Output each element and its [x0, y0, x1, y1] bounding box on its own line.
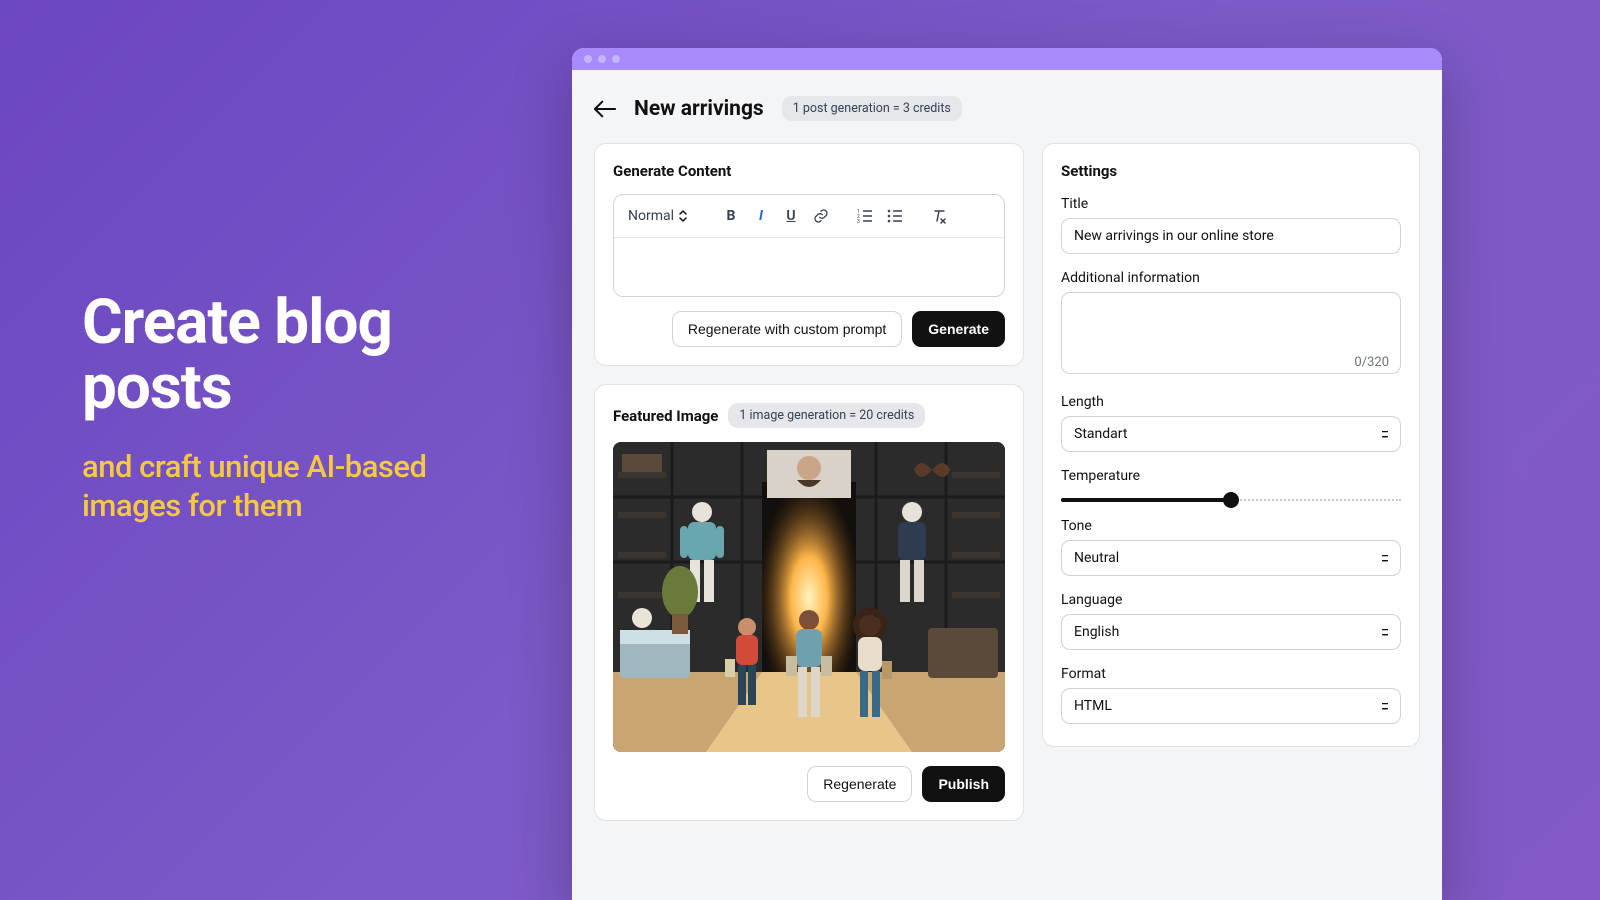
- char-counter: 0/320: [1354, 355, 1389, 370]
- paragraph-style-select[interactable]: Normal: [624, 206, 692, 226]
- bold-icon[interactable]: B: [718, 203, 744, 229]
- traffic-light-dot: [598, 55, 606, 63]
- generate-content-card: Generate Content Normal B I U: [594, 143, 1024, 366]
- generate-button[interactable]: Generate: [912, 311, 1005, 347]
- editor-textarea[interactable]: [614, 238, 1004, 296]
- language-label: Language: [1061, 592, 1401, 608]
- title-label: Title: [1061, 196, 1401, 212]
- settings-title: Settings: [1061, 162, 1401, 180]
- bullet-list-icon[interactable]: [882, 203, 908, 229]
- language-select[interactable]: English: [1061, 614, 1401, 650]
- style-label: Normal: [628, 208, 674, 224]
- window-titlebar: [572, 48, 1442, 70]
- hero-subtitle: and craft unique AI-based images for the…: [82, 448, 522, 526]
- link-icon[interactable]: [808, 203, 834, 229]
- featured-image: [613, 442, 1005, 752]
- page-header: New arrivings 1 post generation = 3 cred…: [594, 96, 1420, 121]
- additional-info-textarea[interactable]: [1061, 292, 1401, 374]
- clear-format-icon[interactable]: [926, 203, 952, 229]
- temperature-slider[interactable]: [1061, 498, 1401, 502]
- title-input[interactable]: [1061, 218, 1401, 254]
- tone-select[interactable]: Neutral: [1061, 540, 1401, 576]
- image-credit-chip: 1 image generation = 20 credits: [728, 403, 925, 428]
- ordered-list-icon[interactable]: 123: [852, 203, 878, 229]
- app-window: New arrivings 1 post generation = 3 cred…: [572, 48, 1442, 900]
- format-select[interactable]: HTML: [1061, 688, 1401, 724]
- page-title: New arrivings: [634, 97, 764, 121]
- editor-toolbar: Normal B I U 123: [614, 195, 1004, 238]
- additional-info-label: Additional information: [1061, 270, 1401, 286]
- regenerate-prompt-button[interactable]: Regenerate with custom prompt: [672, 311, 902, 347]
- credit-chip: 1 post generation = 3 credits: [782, 96, 962, 121]
- svg-text:3: 3: [857, 219, 860, 224]
- hero-title: Create blog posts: [82, 290, 522, 420]
- rich-text-editor: Normal B I U 123: [613, 194, 1005, 297]
- featured-image-card: Featured Image 1 image generation = 20 c…: [594, 384, 1024, 821]
- card-title: Featured Image: [613, 407, 718, 425]
- underline-icon[interactable]: U: [778, 203, 804, 229]
- back-arrow-icon[interactable]: [594, 100, 616, 118]
- italic-icon[interactable]: I: [748, 203, 774, 229]
- length-label: Length: [1061, 394, 1401, 410]
- publish-button[interactable]: Publish: [922, 766, 1005, 802]
- card-title: Generate Content: [613, 162, 1005, 180]
- temperature-label: Temperature: [1061, 468, 1401, 484]
- format-label: Format: [1061, 666, 1401, 682]
- tone-label: Tone: [1061, 518, 1401, 534]
- regenerate-image-button[interactable]: Regenerate: [807, 766, 912, 802]
- marketing-hero: Create blog posts and craft unique AI-ba…: [82, 290, 522, 526]
- settings-panel: Settings Title Additional information 0/…: [1042, 143, 1420, 747]
- traffic-light-dot: [584, 55, 592, 63]
- traffic-light-dot: [612, 55, 620, 63]
- length-select[interactable]: Standart: [1061, 416, 1401, 452]
